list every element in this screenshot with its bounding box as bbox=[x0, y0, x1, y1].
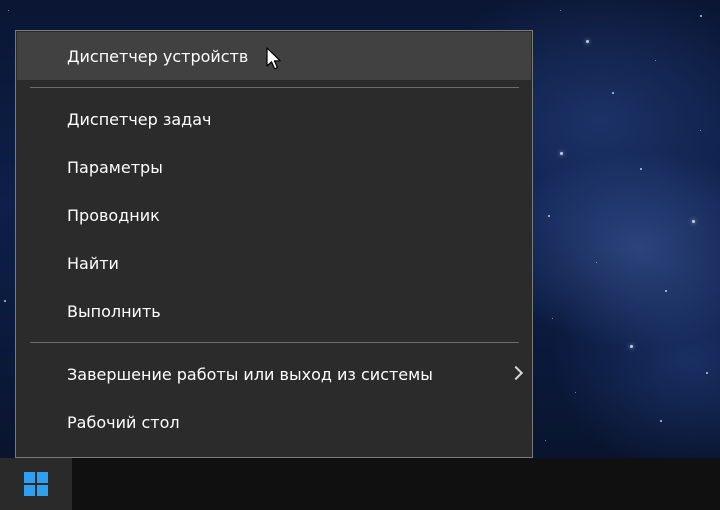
menu-item-search[interactable]: Найти bbox=[17, 239, 531, 287]
star bbox=[548, 215, 550, 217]
menu-item-device-manager[interactable]: Диспетчер устройств bbox=[17, 32, 531, 80]
menu-item-label: Диспетчер задач bbox=[67, 109, 212, 129]
star bbox=[630, 345, 633, 348]
star bbox=[8, 10, 9, 11]
chevron-right-icon bbox=[508, 365, 524, 381]
menu-item-label: Найти bbox=[67, 253, 119, 273]
menu-item-label: Завершение работы или выход из системы bbox=[67, 364, 433, 384]
menu-item-label: Выполнить bbox=[67, 301, 161, 321]
star bbox=[612, 92, 614, 94]
star bbox=[660, 420, 662, 422]
star bbox=[586, 40, 589, 43]
star bbox=[596, 262, 597, 263]
star bbox=[640, 168, 642, 170]
start-context-menu: Диспетчер устройств Диспетчер задач Пара… bbox=[15, 30, 533, 458]
menu-item-label: Диспетчер устройств bbox=[67, 46, 249, 66]
star bbox=[700, 130, 701, 131]
menu-item-label: Проводник bbox=[67, 205, 160, 225]
star bbox=[665, 290, 667, 292]
star bbox=[700, 15, 702, 17]
star bbox=[560, 10, 561, 11]
star bbox=[692, 220, 695, 223]
menu-item-label: Рабочий стол bbox=[67, 412, 180, 432]
menu-item-shutdown-or-sign-out[interactable]: Завершение работы или выход из системы bbox=[17, 350, 531, 398]
desktop-wallpaper: Диспетчер устройств Диспетчер задач Пара… bbox=[0, 0, 720, 510]
start-button[interactable] bbox=[0, 458, 72, 510]
taskbar bbox=[0, 458, 720, 510]
menu-item-desktop[interactable]: Рабочий стол bbox=[17, 398, 531, 446]
star bbox=[552, 318, 553, 319]
menu-item-file-explorer[interactable]: Проводник bbox=[17, 191, 531, 239]
star bbox=[575, 392, 576, 393]
star bbox=[4, 300, 6, 302]
menu-item-task-manager[interactable]: Диспетчер задач bbox=[17, 95, 531, 143]
menu-item-run[interactable]: Выполнить bbox=[17, 287, 531, 335]
star bbox=[706, 372, 708, 374]
menu-separator bbox=[30, 342, 519, 343]
menu-separator bbox=[30, 87, 519, 88]
star bbox=[560, 152, 563, 155]
star bbox=[545, 440, 546, 441]
menu-item-label: Параметры bbox=[67, 157, 163, 177]
star bbox=[655, 60, 656, 61]
windows-logo-icon bbox=[24, 472, 48, 496]
menu-item-settings[interactable]: Параметры bbox=[17, 143, 531, 191]
